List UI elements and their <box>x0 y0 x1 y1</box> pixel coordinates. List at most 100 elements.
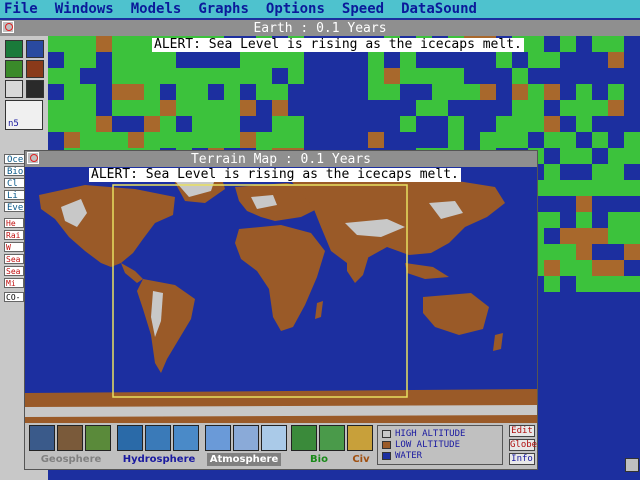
land-tile <box>112 68 128 84</box>
land-tile <box>592 36 608 52</box>
menu-datasound[interactable]: DataSound <box>397 0 490 18</box>
land-tile <box>80 116 96 132</box>
legend-label: WATER <box>395 451 423 461</box>
globe-button[interactable]: Globe <box>509 439 537 451</box>
menu-options[interactable]: Options <box>262 0 338 18</box>
land-tile <box>176 132 192 148</box>
land-tile <box>64 100 80 116</box>
sidebar-co-label[interactable]: CO-E <box>4 292 24 302</box>
land-tile <box>64 116 80 132</box>
terrain-window-title: Terrain Map : 0.1 Years <box>190 151 371 167</box>
land-tile <box>192 84 208 100</box>
land-tile <box>544 244 560 260</box>
land-tile <box>544 132 560 148</box>
land-tile <box>48 100 64 116</box>
land-tile <box>624 228 640 244</box>
hydrosphere-ocean-icon[interactable] <box>117 425 143 451</box>
earth-close-button[interactable] <box>2 21 14 33</box>
examine-tool-icon[interactable] <box>26 80 44 98</box>
land-tile <box>576 276 592 292</box>
land-tile <box>528 100 544 116</box>
terrain-close-button[interactable] <box>27 152 39 164</box>
earth-window-titlebar[interactable]: Earth : 0.1 Years <box>0 20 640 36</box>
menu-file[interactable]: File <box>0 0 51 18</box>
land-tile <box>512 116 528 132</box>
land-tile <box>608 212 624 228</box>
atmosphere-rain-icon[interactable] <box>261 425 287 451</box>
land-tile <box>560 36 576 52</box>
land-tile <box>96 132 112 148</box>
model-toolbar: Geosphere Hydrosphere Atmosphere Bio Civ… <box>25 423 537 469</box>
world-terrain-map[interactable] <box>25 167 537 423</box>
land-tile <box>576 180 592 196</box>
land-tile <box>464 84 480 100</box>
sidebar-he-label[interactable]: He <box>4 218 24 228</box>
sidebar-w-label[interactable]: W <box>4 242 24 252</box>
menu-speed[interactable]: Speed <box>338 0 397 18</box>
land-tile <box>432 100 448 116</box>
land-tile <box>512 132 528 148</box>
group-bio-label[interactable]: Bio <box>295 453 343 466</box>
map-tool-icon[interactable] <box>5 60 23 78</box>
terrain-window-titlebar[interactable]: Terrain Map : 0.1 Years <box>25 151 537 167</box>
creature-tool-icon[interactable] <box>26 60 44 78</box>
close-icon <box>5 23 13 31</box>
sidebar-sea2-label[interactable]: Sea <box>4 266 24 276</box>
land-tile <box>592 260 608 276</box>
group-geosphere-label[interactable]: Geosphere <box>31 453 111 466</box>
sidebar-mi-label[interactable]: Mi <box>4 278 24 288</box>
land-tile <box>576 100 592 116</box>
land-tile <box>480 84 496 100</box>
edit-tool-icon[interactable] <box>5 40 23 58</box>
atmosphere-clouds-icon[interactable] <box>233 425 259 451</box>
bio-animals-icon[interactable] <box>319 425 345 451</box>
geosphere-terrain-icon[interactable] <box>85 425 111 451</box>
hydrosphere-temp-icon[interactable] <box>145 425 171 451</box>
bio-plants-icon[interactable] <box>291 425 317 451</box>
land-tile <box>160 68 176 84</box>
sidebar-rai-label[interactable]: Rai <box>4 230 24 240</box>
grid-tool-icon[interactable] <box>5 80 23 98</box>
place-life-tool-icon[interactable] <box>26 40 44 58</box>
land-tile <box>448 68 464 84</box>
civ-face-icon[interactable] <box>347 425 373 451</box>
edit-button[interactable]: Edit <box>509 425 535 437</box>
sidebar-sea1-label[interactable]: Sea <box>4 254 24 264</box>
atmosphere-temp-icon[interactable] <box>205 425 231 451</box>
land-tile <box>64 36 80 52</box>
menu-windows[interactable]: Windows <box>51 0 127 18</box>
land-tile <box>192 132 208 148</box>
selected-tool-count: n5 <box>8 119 19 129</box>
land-tile <box>544 164 560 180</box>
land-tile <box>624 148 640 164</box>
legend-swatch <box>382 452 391 460</box>
land-tile <box>576 196 592 212</box>
group-civ-label[interactable]: Civ <box>347 453 375 466</box>
land-tile <box>192 116 208 132</box>
land-tile <box>144 132 160 148</box>
group-atmosphere-label[interactable]: Atmosphere <box>207 453 281 466</box>
land-tile <box>608 84 624 100</box>
info-button[interactable]: Info <box>509 453 535 465</box>
group-hydrosphere-label[interactable]: Hydrosphere <box>117 453 201 466</box>
earth-resize-handle[interactable] <box>625 458 639 472</box>
land-tile <box>368 52 384 68</box>
hydrosphere-currents-icon[interactable] <box>173 425 199 451</box>
land-tile <box>560 244 576 260</box>
land-tile <box>624 276 640 292</box>
land-tile <box>368 68 384 84</box>
land-tile <box>528 52 544 68</box>
land-tile <box>560 148 576 164</box>
land-tile <box>64 132 80 148</box>
menu-bar: File Windows Models Graphs Options Speed… <box>0 0 640 18</box>
geosphere-continents-icon[interactable] <box>57 425 83 451</box>
geosphere-globe-icon[interactable] <box>29 425 55 451</box>
land-tile <box>64 52 80 68</box>
land-tile <box>592 180 608 196</box>
land-tile <box>272 84 288 100</box>
menu-graphs[interactable]: Graphs <box>194 0 262 18</box>
land-tile <box>272 100 288 116</box>
land-tile <box>576 244 592 260</box>
menu-models[interactable]: Models <box>127 0 195 18</box>
land-tile <box>240 100 256 116</box>
